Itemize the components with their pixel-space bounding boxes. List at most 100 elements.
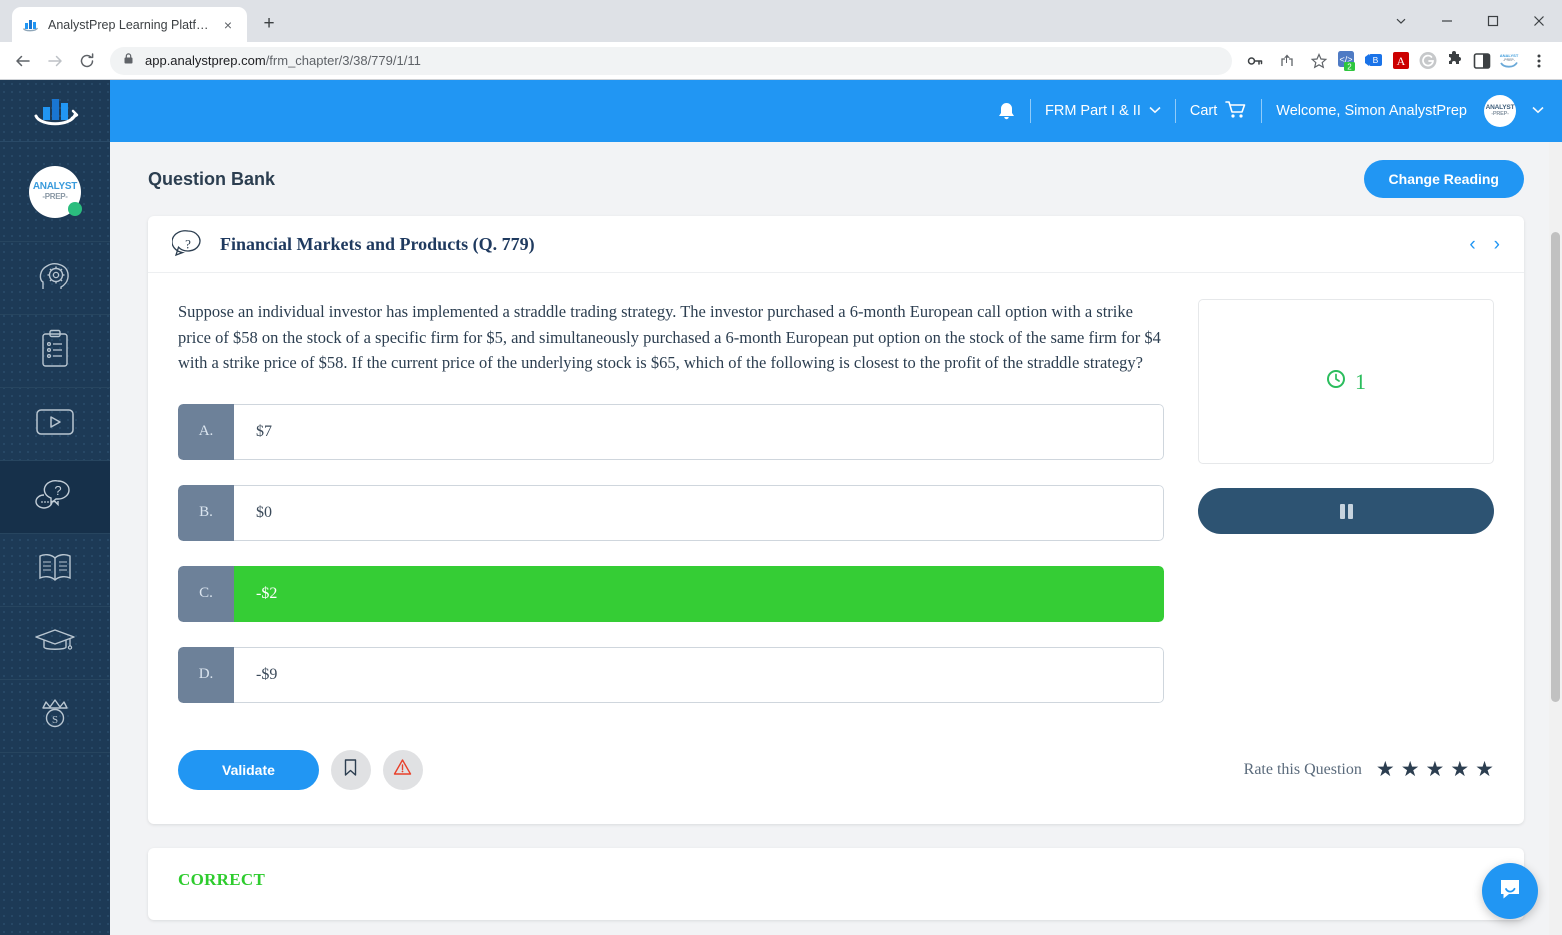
sidebar-user-avatar[interactable]: ANALYST -PREP- — [0, 142, 110, 242]
star-4[interactable]: ★ — [1450, 759, 1469, 780]
answer-option-b[interactable]: B. $0 — [178, 484, 1164, 541]
cart-label: Cart — [1189, 103, 1218, 119]
browser-titlebar: AnalystPrep Learning Platform × + — [0, 0, 1562, 42]
question-mark-bubble-icon: ? — [171, 228, 204, 260]
star-2[interactable]: ★ — [1401, 759, 1420, 780]
program-selector[interactable]: FRM Part I & II — [1045, 103, 1161, 119]
question-text: Suppose an individual investor has imple… — [178, 302, 1161, 373]
bookmark-button[interactable] — [330, 749, 371, 790]
window-controls — [1378, 0, 1562, 42]
svg-text:S: S — [52, 714, 58, 726]
puzzle-extensions-icon[interactable] — [1444, 50, 1466, 72]
question-card: ? Financial Markets and Products (Q. 779… — [148, 216, 1524, 824]
grammarly-icon[interactable] — [1417, 50, 1439, 72]
avatar-line2: -PREP- — [1491, 110, 1509, 117]
result-card: CORRECT — [148, 847, 1524, 920]
forward-icon[interactable] — [40, 46, 70, 76]
avatar-line2: -PREP- — [42, 192, 68, 201]
brain-gear-icon — [33, 256, 77, 301]
star-3[interactable]: ★ — [1426, 759, 1445, 780]
sidebar-item-study-notes[interactable] — [0, 534, 110, 607]
previous-question-icon[interactable]: ‹ — [1469, 235, 1475, 254]
timer-panel: 1 — [1198, 299, 1494, 464]
code-extension-icon[interactable]: </> 2 — [1336, 50, 1358, 72]
user-menu[interactable]: Welcome, Simon AnalystPrep ANALYST -PREP… — [1276, 95, 1544, 127]
close-window-icon[interactable] — [1516, 6, 1562, 36]
answer-option-a[interactable]: A. $7 — [178, 403, 1164, 460]
bell-icon[interactable] — [997, 101, 1016, 122]
barchart-favicon — [22, 17, 39, 33]
user-avatar: ANALYST -PREP- — [1484, 95, 1516, 127]
crown-icon: S — [33, 694, 77, 739]
reload-icon[interactable] — [72, 46, 102, 76]
question-right-column: 1 — [1186, 299, 1494, 728]
side-panel-icon[interactable] — [1471, 50, 1493, 72]
chevron-down-icon — [1149, 105, 1161, 117]
next-question-icon[interactable]: › — [1494, 235, 1500, 254]
pause-icon — [1339, 503, 1353, 519]
sidebar-logo[interactable] — [0, 80, 110, 142]
answer-option-d[interactable]: D. -$9 — [178, 646, 1164, 703]
share-icon[interactable] — [1272, 46, 1302, 76]
sidebar-item-practice-tests[interactable] — [0, 315, 110, 388]
divider — [1261, 99, 1263, 123]
answer-option-c[interactable]: C. -$2 — [178, 565, 1164, 622]
browser-tab[interactable]: AnalystPrep Learning Platform × — [12, 7, 247, 42]
sidebar-item-premium[interactable]: S — [0, 680, 110, 753]
option-text: -$2 — [234, 565, 1164, 622]
svg-text:2: 2 — [1347, 62, 1352, 71]
rate-label: Rate this Question — [1243, 760, 1362, 778]
welcome-label: Welcome, Simon AnalystPrep — [1276, 103, 1467, 119]
divider — [1174, 99, 1176, 123]
app-sidebar: ANALYST -PREP- ? S — [0, 80, 110, 935]
question-card-body: Suppose an individual investor has imple… — [148, 273, 1524, 746]
validate-button[interactable]: Validate — [178, 749, 319, 790]
timer-value: 1 — [1355, 368, 1366, 394]
minimize-icon[interactable] — [1424, 6, 1470, 36]
star-5[interactable]: ★ — [1475, 759, 1494, 780]
chrome-menu-icon[interactable] — [1524, 46, 1554, 76]
rating-area: Rate this Question ★ ★ ★ ★ ★ — [1244, 759, 1494, 780]
password-key-icon[interactable] — [1240, 46, 1270, 76]
option-text: $0 — [234, 484, 1164, 541]
app-topbar: FRM Part I & II Cart Welcome, Simon Anal… — [110, 80, 1562, 142]
adobe-acrobat-icon[interactable]: A — [1390, 50, 1412, 72]
graduation-cap-icon — [32, 624, 78, 663]
maximize-icon[interactable] — [1470, 6, 1516, 36]
page-scrollbar[interactable] — [1549, 142, 1562, 935]
sidebar-item-video-lessons[interactable] — [0, 388, 110, 461]
sidebar-item-study-planner[interactable] — [0, 242, 110, 315]
url-host: app.analystprep.com — [145, 53, 266, 68]
address-bar[interactable]: app.analystprep.com/frm_chapter/3/38/779… — [110, 46, 1232, 75]
clock-icon — [1326, 369, 1346, 394]
bookmark-star-icon[interactable] — [1304, 46, 1334, 76]
star-rating[interactable]: ★ ★ ★ ★ ★ — [1376, 759, 1494, 780]
result-status: CORRECT — [178, 869, 266, 889]
video-play-icon — [32, 405, 78, 444]
chat-widget-button[interactable] — [1482, 863, 1538, 919]
translate-extension-icon[interactable]: B — [1363, 50, 1385, 72]
page-title: Question Bank — [148, 168, 276, 189]
close-icon[interactable]: × — [219, 16, 237, 34]
question-title: Financial Markets and Products (Q. 779) — [220, 233, 535, 254]
report-button[interactable] — [382, 749, 423, 790]
chevron-down-icon[interactable] — [1378, 6, 1424, 36]
sidebar-item-question-bank[interactable]: ? — [0, 461, 110, 534]
divider — [1029, 99, 1031, 123]
main-content: Question Bank Change Reading ? Financial… — [110, 142, 1562, 935]
question-left-column: Suppose an individual investor has imple… — [178, 299, 1186, 728]
avatar: ANALYST -PREP- — [29, 165, 82, 218]
question-nav: ‹ › — [1469, 235, 1500, 254]
svg-text:A: A — [1397, 54, 1406, 68]
back-icon[interactable] — [8, 46, 38, 76]
new-tab-button[interactable]: + — [255, 10, 283, 38]
scrollbar-thumb[interactable] — [1551, 232, 1560, 702]
cart-icon — [1225, 100, 1247, 123]
cart-link[interactable]: Cart — [1190, 100, 1247, 123]
star-1[interactable]: ★ — [1376, 759, 1395, 780]
avatar-line1: ANALYST — [32, 181, 78, 192]
pause-timer-button[interactable] — [1198, 488, 1494, 534]
analystprep-extension-icon[interactable]: ANALYST -PREP- — [1498, 50, 1520, 72]
change-reading-button[interactable]: Change Reading — [1363, 160, 1524, 198]
sidebar-item-courses[interactable] — [0, 607, 110, 680]
